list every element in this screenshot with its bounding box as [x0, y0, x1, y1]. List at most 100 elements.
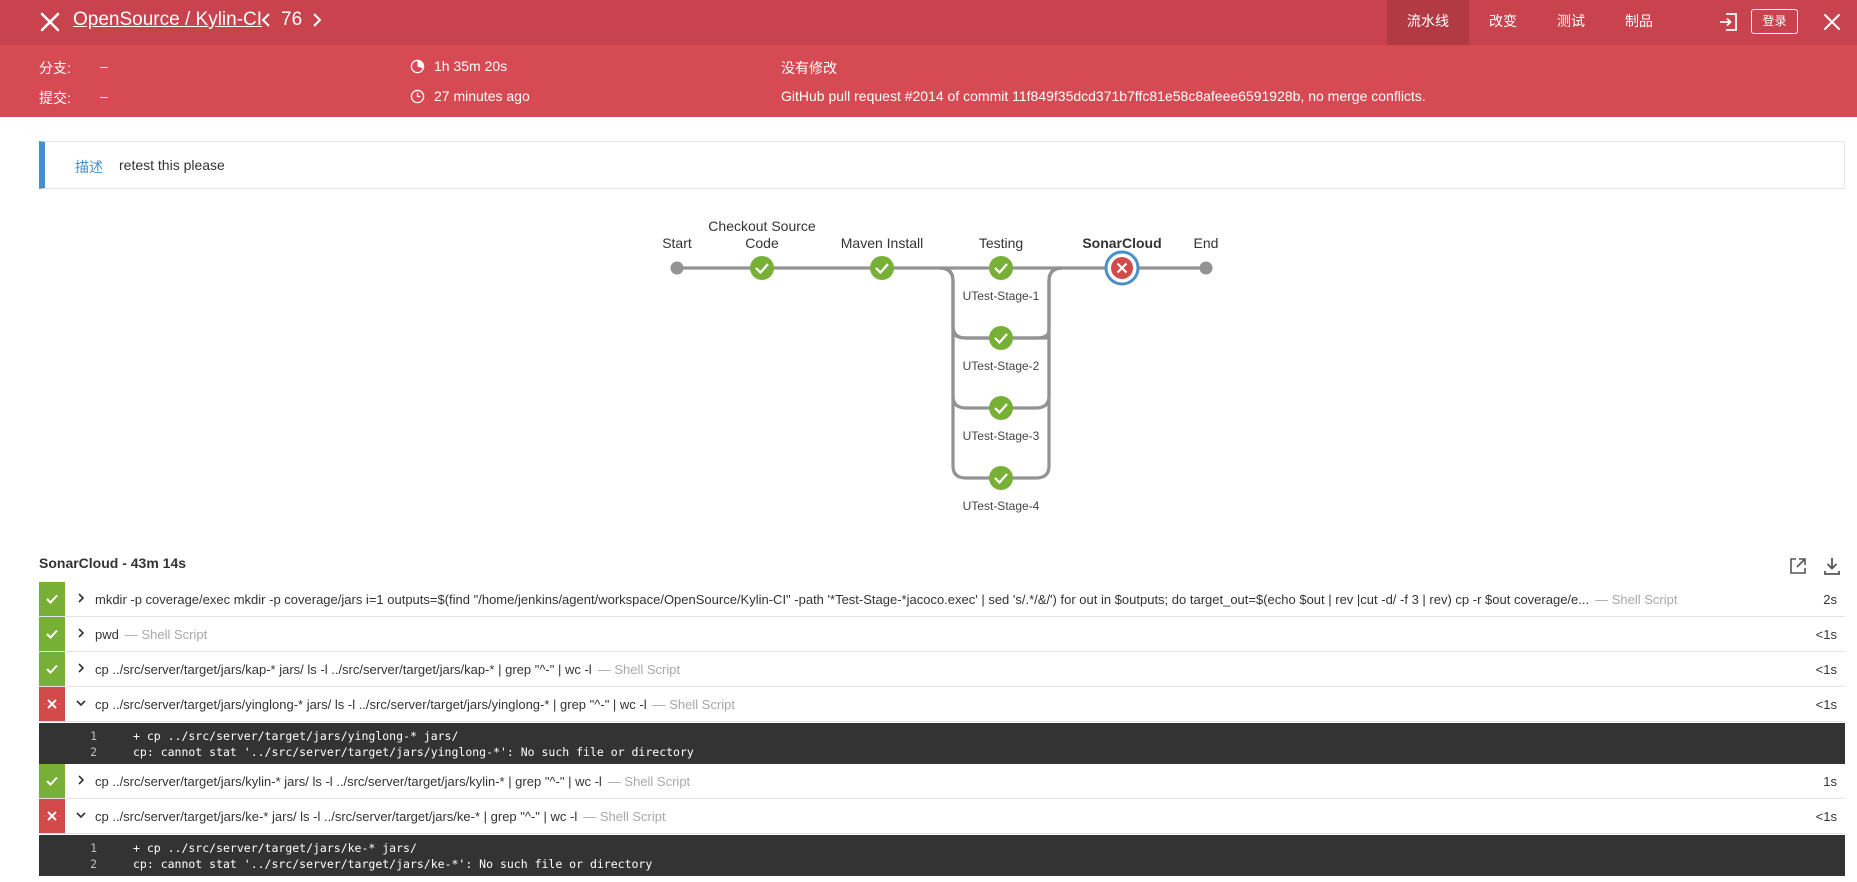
step-command-text: cp ../src/server/target/jars/ke-* jars/ … [95, 809, 578, 824]
utest-stage-4-node[interactable] [989, 466, 1013, 490]
step-row[interactable]: mkdir -p coverage/exec mkdir -p coverage… [39, 582, 1845, 617]
clock-icon [410, 89, 425, 104]
step-success-badge [39, 652, 65, 686]
step-command: cp ../src/server/target/jars/yinglong-* … [95, 697, 735, 712]
step-duration: 2s [1823, 592, 1837, 607]
chevron-right-icon[interactable] [76, 628, 86, 638]
pipeline-breadcrumb-link[interactable]: OpenSource / Kylin-CI [73, 9, 262, 31]
go-to-classic-icon[interactable] [1717, 11, 1739, 33]
stage-label-checkout: Checkout Source Code [708, 218, 816, 251]
substage-label-utest-2: UTest-Stage-2 [962, 359, 1040, 373]
log-line: 1 + cp ../src/server/target/jars/yinglong… [39, 728, 1845, 744]
run-number: 76 [281, 9, 303, 30]
close-window-icon[interactable] [1822, 12, 1842, 32]
step-duration: 1s [1823, 774, 1837, 789]
step-row[interactable]: cp ../src/server/target/jars/yinglong-* … [39, 687, 1845, 722]
log-line-number: 1 [90, 729, 97, 743]
step-row[interactable]: cp ../src/server/target/jars/kap-* jars/… [39, 652, 1845, 687]
checkout-node[interactable] [750, 256, 774, 280]
step-row[interactable]: cp ../src/server/target/jars/ke-* jars/ … [39, 799, 1845, 834]
step-type: — Shell Script [607, 774, 691, 789]
step-type: — Shell Script [124, 627, 208, 642]
step-command-text: cp ../src/server/target/jars/kylin-* jar… [95, 774, 602, 789]
utest-stage-3-node[interactable] [989, 396, 1013, 420]
duration-icon [410, 59, 425, 74]
step-command-text: mkdir -p coverage/exec mkdir -p coverage… [95, 592, 1590, 607]
tab-pipeline[interactable]: 流水线 [1387, 0, 1469, 45]
step-command: mkdir -p coverage/exec mkdir -p coverage… [95, 592, 1677, 607]
run-cause: GitHub pull request #2014 of commit 11f8… [781, 88, 1426, 104]
step-duration: <1s [1815, 627, 1837, 642]
started-value: 27 minutes ago [434, 88, 530, 104]
chevron-right-icon[interactable] [76, 775, 86, 785]
download-icon[interactable] [1822, 556, 1842, 576]
chevron-down-icon[interactable] [76, 810, 86, 820]
pipeline-connectors [670, 250, 1213, 490]
log-line-number: 1 [90, 841, 97, 855]
step-command: cp ../src/server/target/jars/ke-* jars/ … [95, 809, 666, 824]
step-row[interactable]: cp ../src/server/target/jars/kylin-* jar… [39, 764, 1845, 799]
step-success-badge [39, 617, 65, 651]
step-duration: <1s [1815, 809, 1837, 824]
steps-list: mkdir -p coverage/exec mkdir -p coverage… [39, 582, 1845, 876]
testing-node[interactable] [989, 256, 1013, 280]
duration-value: 1h 35m 20s [434, 58, 508, 74]
end-node [1199, 261, 1213, 275]
log-line: 2 cp: cannot stat '../src/server/target/j… [39, 856, 1845, 872]
tab-artifacts[interactable]: 制品 [1605, 0, 1673, 45]
stage-label-end: End [1193, 235, 1219, 251]
description-label: 描述 [75, 159, 103, 175]
x-icon [47, 811, 57, 821]
step-command: cp ../src/server/target/jars/kap-* jars/… [95, 662, 680, 677]
log-line-text: cp: cannot stat '../src/server/target/ja… [133, 745, 694, 759]
changes-summary: 没有修改 [781, 60, 837, 76]
description-text: retest this please [119, 157, 225, 173]
step-row[interactable]: pwd — Shell Script <1s [39, 617, 1845, 652]
log-line-text: + cp ../src/server/target/jars/ke-* jars… [133, 841, 417, 855]
check-icon [46, 629, 58, 639]
check-icon [46, 664, 58, 674]
step-log: 1 + cp ../src/server/target/jars/ke-* jar… [39, 835, 1845, 876]
tab-changes[interactable]: 改变 [1469, 0, 1537, 45]
commit-label: 提交: [39, 90, 71, 106]
step-type: — Shell Script [652, 697, 736, 712]
step-success-badge [39, 582, 65, 616]
utest-stage-2-node[interactable] [989, 326, 1013, 350]
run-info-bar: 分支: – 提交: – 1h 35m 20s 27 minutes ago 没有… [0, 45, 1857, 117]
x-icon [47, 699, 57, 709]
chevron-right-icon[interactable] [76, 663, 86, 673]
log-line-number: 2 [90, 857, 97, 871]
log-line-number: 2 [90, 745, 97, 759]
step-command-text: pwd [95, 627, 119, 642]
step-type: — Shell Script [1595, 592, 1678, 607]
description-box: 描述 retest this please [39, 141, 1845, 189]
branch-label: 分支: [39, 60, 71, 76]
view-tabs: 流水线 改变 测试 制品 [1387, 0, 1673, 45]
chevron-right-icon[interactable] [312, 12, 322, 28]
chevron-down-icon[interactable] [76, 698, 86, 708]
maven-install-node[interactable] [870, 256, 894, 280]
branch-value: – [100, 58, 108, 74]
step-command-text: cp ../src/server/target/jars/yinglong-* … [95, 697, 647, 712]
step-command: cp ../src/server/target/jars/kylin-* jar… [95, 774, 690, 789]
sonarcloud-node[interactable] [1104, 250, 1140, 286]
substage-label-utest-3: UTest-Stage-3 [962, 429, 1040, 443]
step-command: pwd — Shell Script [95, 627, 207, 642]
close-icon[interactable] [38, 10, 62, 34]
chevron-left-icon[interactable] [261, 12, 271, 28]
step-type: — Shell Script [597, 662, 681, 677]
step-duration: <1s [1815, 697, 1837, 712]
log-line-text: + cp ../src/server/target/jars/yinglong-… [133, 729, 459, 743]
check-icon [46, 594, 58, 604]
chevron-right-icon[interactable] [76, 593, 86, 603]
stage-label-testing: Testing [978, 235, 1024, 251]
step-type: — Shell Script [583, 809, 666, 824]
log-line: 1 + cp ../src/server/target/jars/ke-* jar… [39, 840, 1845, 856]
step-success-badge [39, 764, 65, 798]
check-icon [46, 776, 58, 786]
log-line: 2 cp: cannot stat '../src/server/target/j… [39, 744, 1845, 760]
open-external-icon[interactable] [1788, 556, 1808, 576]
tab-tests[interactable]: 测试 [1537, 0, 1605, 45]
log-line-text: cp: cannot stat '../src/server/target/ja… [133, 857, 653, 871]
login-button[interactable]: 登录 [1751, 9, 1798, 34]
